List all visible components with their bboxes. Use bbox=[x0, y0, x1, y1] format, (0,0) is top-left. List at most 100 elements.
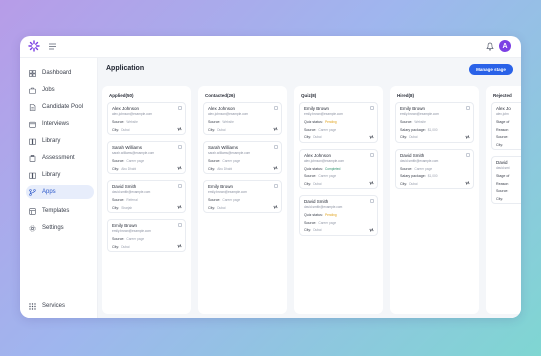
sidebar-item-assessment[interactable]: Assessment bbox=[26, 151, 94, 165]
move-arrows-icon[interactable] bbox=[177, 244, 182, 248]
candidate-email: sarah.williams@example.com bbox=[112, 151, 155, 155]
candidate-card[interactable]: Alex Johnson alex.johnson@example.com Sour… bbox=[107, 102, 186, 135]
candidate-card[interactable]: David Smith david.smith@example.com Source… bbox=[107, 180, 186, 213]
field-label: Source: bbox=[208, 159, 221, 163]
candidate-card[interactable]: Alex Jo alex.john Stage of Reason Source: Cit… bbox=[491, 102, 521, 150]
candidate-email: sarah.williams@example.com bbox=[208, 151, 251, 155]
candidate-card[interactable]: Sarah Williams sarah.williams@example.com… bbox=[107, 141, 186, 174]
field-value: Career page bbox=[222, 198, 241, 202]
select-checkbox[interactable] bbox=[370, 199, 374, 203]
menu-toggle-icon[interactable] bbox=[49, 43, 56, 50]
field-value: Dubai bbox=[313, 181, 322, 186]
move-arrows-icon[interactable] bbox=[273, 166, 278, 170]
candidate-name: Alex Jo bbox=[496, 106, 511, 111]
select-checkbox[interactable] bbox=[274, 184, 278, 188]
calendar-icon bbox=[29, 121, 36, 128]
main-content: Application Manage stage Applied(50) Alex… bbox=[98, 58, 521, 318]
field-label: Source: bbox=[496, 135, 509, 139]
select-checkbox[interactable] bbox=[178, 184, 182, 188]
field-label: Quiz status: bbox=[304, 166, 323, 171]
candidate-card[interactable]: Alex Johnson alex.johnson@example.com Sour… bbox=[203, 102, 282, 135]
move-arrows-icon[interactable] bbox=[465, 134, 470, 139]
sidebar-item-library[interactable]: Library bbox=[26, 134, 94, 148]
candidate-card[interactable]: Emily Brown emily.brown@example.com Source… bbox=[395, 102, 474, 143]
field-value: Abu Dhabi bbox=[121, 166, 137, 171]
select-checkbox[interactable] bbox=[178, 223, 182, 227]
move-arrows-icon[interactable] bbox=[177, 205, 182, 209]
stage-column-3: Hired(8) Emily Brown emily.brown@example.c… bbox=[390, 86, 479, 314]
manage-stage-button[interactable]: Manage stage bbox=[469, 64, 513, 75]
field-value: Dubai bbox=[409, 181, 418, 186]
sidebar-item-settings[interactable]: Settings bbox=[26, 221, 94, 235]
candidate-field: Source: Website bbox=[112, 120, 138, 124]
sidebar-item-jobs[interactable]: Jobs bbox=[26, 83, 94, 97]
field-label: City: bbox=[112, 205, 120, 210]
field-value: Abu Dhabi bbox=[217, 166, 233, 171]
candidate-field: City: Dubai bbox=[304, 135, 322, 139]
move-arrows-icon[interactable] bbox=[177, 166, 182, 170]
sidebar-item-dashboard[interactable]: Dashboard bbox=[26, 66, 94, 80]
candidate-field: Source: Website bbox=[208, 120, 234, 124]
candidate-field: City: Dubai bbox=[400, 182, 418, 186]
sidebar-item-library[interactable]: Library bbox=[26, 168, 94, 182]
candidate-card[interactable]: David david.smi Stage of Reason Source: City: bbox=[491, 156, 521, 204]
book-icon bbox=[29, 172, 36, 179]
stage-column-2: Quiz(8) Emily Brown emily.brown@example.co… bbox=[294, 86, 383, 314]
services-button[interactable]: Services bbox=[26, 299, 94, 313]
field-label: City: bbox=[400, 135, 408, 139]
select-checkbox[interactable] bbox=[274, 106, 278, 110]
candidate-card[interactable]: Emily Brown emily.brown@example.com Quiz s… bbox=[299, 102, 378, 143]
select-checkbox[interactable] bbox=[370, 106, 374, 110]
candidate-field: City: Dubai bbox=[112, 128, 130, 132]
move-arrows-icon[interactable] bbox=[273, 205, 278, 209]
field-label: City: bbox=[112, 244, 120, 249]
sidebar-item-templates[interactable]: Templates bbox=[26, 204, 94, 218]
field-label: City: bbox=[208, 127, 216, 132]
move-arrows-icon[interactable] bbox=[177, 127, 182, 131]
field-value: Career page bbox=[222, 159, 241, 163]
candidate-field: Source: Career page bbox=[208, 198, 240, 202]
services-label: Services bbox=[42, 303, 66, 309]
field-value: Career page bbox=[318, 127, 337, 132]
sidebar-item-label: Templates bbox=[42, 208, 70, 214]
candidate-card[interactable]: David Smith david.smith@example.com Quiz s… bbox=[299, 195, 378, 236]
logo-icon[interactable] bbox=[28, 40, 40, 52]
move-arrows-icon[interactable] bbox=[369, 227, 374, 232]
select-checkbox[interactable] bbox=[370, 152, 374, 157]
move-arrows-icon[interactable] bbox=[369, 181, 374, 185]
select-checkbox[interactable] bbox=[178, 145, 182, 149]
candidate-card[interactable]: Emily Brown emily.brown@example.com Source… bbox=[203, 180, 282, 213]
candidate-field: Source: Career page bbox=[112, 159, 144, 163]
field-label: City: bbox=[208, 166, 216, 171]
move-arrows-icon[interactable] bbox=[273, 127, 278, 131]
field-value: Dubai bbox=[217, 127, 226, 132]
field-label: Stage of bbox=[496, 120, 510, 124]
candidate-card[interactable]: David Smith david.smith@example.com Source… bbox=[395, 148, 474, 189]
candidate-field: Source: Career page bbox=[400, 167, 432, 171]
bell-icon[interactable] bbox=[486, 42, 494, 51]
gear-icon bbox=[29, 224, 36, 232]
move-arrows-icon[interactable] bbox=[465, 181, 470, 185]
candidate-field: Quiz status: Pending bbox=[304, 213, 337, 217]
select-checkbox[interactable] bbox=[466, 152, 470, 157]
stage-column-title: Rejected bbox=[493, 93, 512, 98]
candidate-email: alex.johnson@example.com bbox=[112, 112, 153, 116]
select-checkbox[interactable] bbox=[178, 106, 182, 110]
field-label: Source: bbox=[304, 220, 317, 225]
dashboard-icon bbox=[29, 69, 36, 77]
field-value: Sharjah bbox=[121, 205, 133, 210]
sidebar-item-apps[interactable]: Apps bbox=[26, 185, 94, 199]
candidate-card[interactable]: Sarah Williams sarah.williams@example.com… bbox=[203, 141, 282, 174]
candidate-card[interactable]: Alex Johnson alex.johnson@example.com Quiz… bbox=[299, 148, 378, 189]
field-value: Website bbox=[414, 120, 426, 124]
field-value: Pending bbox=[324, 120, 337, 124]
sidebar-item-interviews[interactable]: Interviews bbox=[26, 117, 94, 131]
candidate-card[interactable]: Emily Brown emily.brown@example.com Source… bbox=[107, 219, 186, 252]
select-checkbox[interactable] bbox=[274, 145, 278, 149]
sidebar-item-candidate-pool[interactable]: Candidate Pool bbox=[26, 100, 94, 114]
move-arrows-icon[interactable] bbox=[369, 134, 374, 139]
select-checkbox[interactable] bbox=[466, 106, 470, 110]
stage-column-title: Applied(50) bbox=[109, 93, 134, 98]
field-value: Pending bbox=[324, 213, 337, 217]
avatar[interactable]: A bbox=[499, 40, 511, 52]
